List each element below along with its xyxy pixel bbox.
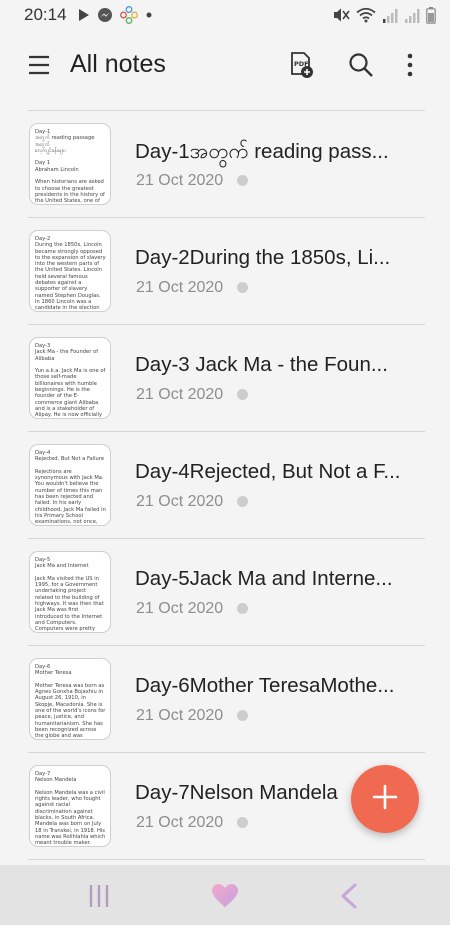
note-thumbnail: Day-4 Rejected, But Not a Failure Reject… bbox=[29, 444, 111, 526]
battery-icon bbox=[426, 6, 436, 24]
add-note-button[interactable] bbox=[351, 765, 419, 833]
heart-home-icon[interactable] bbox=[210, 881, 240, 911]
status-time: 20:14 bbox=[24, 5, 67, 24]
search-icon[interactable] bbox=[346, 50, 376, 80]
sync-status-icon bbox=[237, 603, 248, 614]
list-item[interactable]: Day-5 Jack Ma and Internet Jack Ma visit… bbox=[0, 538, 450, 645]
navigation-bar bbox=[0, 865, 450, 925]
divider bbox=[28, 859, 425, 860]
status-right bbox=[332, 6, 436, 24]
sync-status-icon bbox=[237, 496, 248, 507]
signal-icon bbox=[382, 8, 398, 23]
pdf-add-icon[interactable]: PDF bbox=[286, 50, 316, 80]
list-item[interactable]: Day-1 အတွက် reading passage အတွက် လေ့ကျင… bbox=[0, 110, 450, 217]
note-date: 21 Oct 2020 bbox=[136, 493, 224, 510]
note-title: Day-3 Jack Ma - the Foun... bbox=[135, 353, 388, 376]
plus-icon bbox=[371, 783, 399, 816]
flower-icon bbox=[119, 6, 138, 24]
back-chevron-icon[interactable] bbox=[334, 881, 364, 911]
sync-status-icon bbox=[237, 389, 248, 400]
status-left: 20:14 bbox=[24, 5, 153, 25]
sync-status-icon bbox=[237, 710, 248, 721]
note-thumbnail: Day-6 Mother Teresa Mother Teresa was bo… bbox=[29, 658, 111, 740]
note-thumbnail: Day-2 During the 1850s, Lincoln became s… bbox=[29, 230, 111, 312]
note-date: 21 Oct 2020 bbox=[136, 600, 224, 617]
list-item[interactable]: Day-6 Mother Teresa Mother Teresa was bo… bbox=[0, 645, 450, 752]
recents-icon[interactable] bbox=[84, 881, 114, 911]
list-item[interactable]: Day-4 Rejected, But Not a Failure Reject… bbox=[0, 431, 450, 538]
wifi-icon bbox=[356, 7, 376, 23]
sync-status-icon bbox=[237, 282, 248, 293]
list-item[interactable]: Day-3 Jack Ma - the Founder of Alibaba Y… bbox=[0, 324, 450, 431]
hamburger-icon[interactable] bbox=[28, 54, 50, 76]
note-thumbnail: Day-1 အတွက် reading passage အတွက် လေ့ကျင… bbox=[29, 123, 111, 205]
note-date: 21 Oct 2020 bbox=[136, 707, 224, 724]
dot-icon bbox=[145, 11, 153, 19]
status-bar: 20:14 bbox=[0, 0, 450, 30]
note-title: Day-5Jack Ma and Interne... bbox=[135, 567, 393, 590]
note-thumbnail: Day-3 Jack Ma - the Founder of Alibaba Y… bbox=[29, 337, 111, 419]
note-title: Day-2During the 1850s, Li... bbox=[135, 246, 391, 269]
note-title: Day-6Mother TeresaMothe... bbox=[135, 674, 395, 697]
signal-icon bbox=[404, 8, 420, 23]
list-item[interactable]: Day-2 During the 1850s, Lincoln became s… bbox=[0, 217, 450, 324]
note-title: Day-4Rejected, But Not a F... bbox=[135, 460, 401, 483]
note-date: 21 Oct 2020 bbox=[136, 172, 224, 189]
note-date: 21 Oct 2020 bbox=[136, 814, 224, 831]
sync-status-icon bbox=[237, 175, 248, 186]
play-store-icon bbox=[78, 8, 90, 22]
mute-icon bbox=[332, 7, 350, 23]
sync-status-icon bbox=[237, 817, 248, 828]
note-thumbnail: Day-5 Jack Ma and Internet Jack Ma visit… bbox=[29, 551, 111, 633]
note-thumbnail: Day-7 Nelson Mandela Nelson Mandela was … bbox=[29, 765, 111, 847]
more-vertical-icon[interactable] bbox=[395, 50, 425, 80]
app-header: All notes PDF bbox=[0, 40, 450, 92]
note-title: Day-1အတွက် reading pass... bbox=[135, 140, 389, 163]
messenger-icon bbox=[97, 7, 113, 23]
note-date: 21 Oct 2020 bbox=[136, 279, 224, 296]
page-title: All notes bbox=[70, 50, 166, 78]
note-date: 21 Oct 2020 bbox=[136, 386, 224, 403]
